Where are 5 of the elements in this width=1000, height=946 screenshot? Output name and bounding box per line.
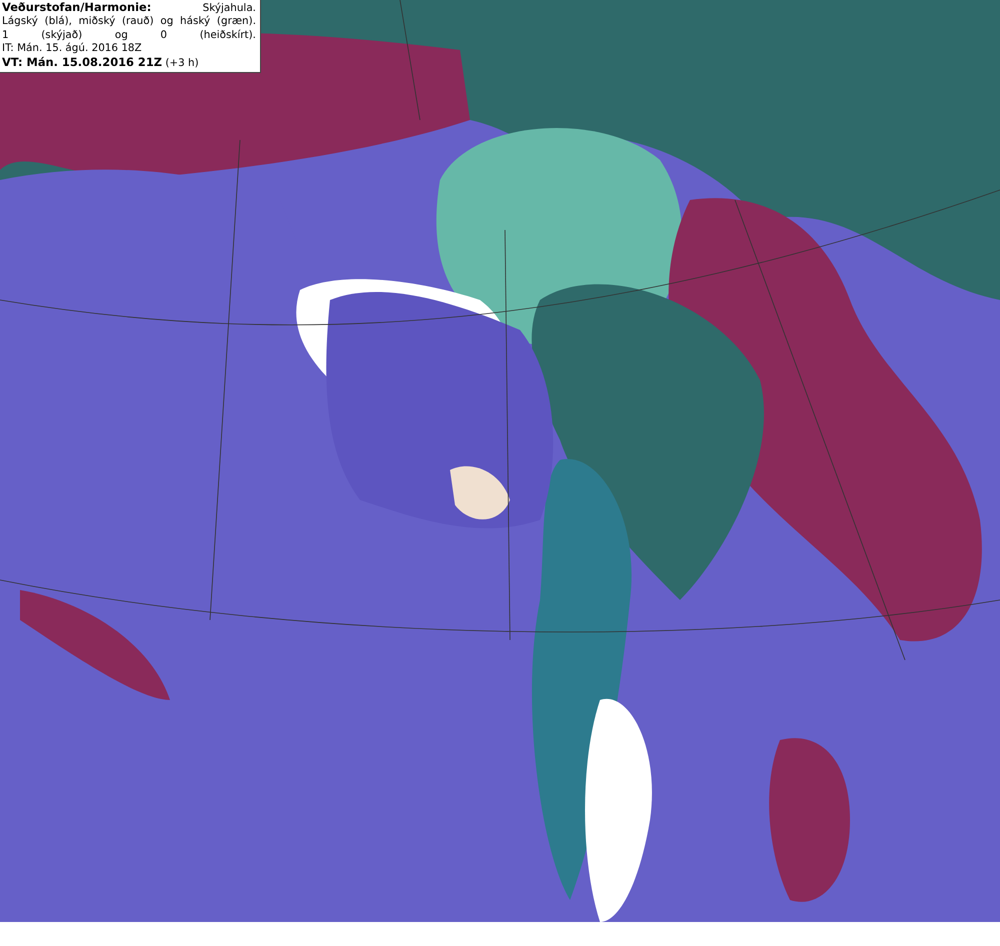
legend-text: VT: Mán. 15.08.2016 21Z (+3 h) [2, 56, 200, 70]
legend-text: 1 (skýjað) og 0 (heiðskírt). [2, 28, 256, 42]
legend-text: Lágský (blá), miðský (rauð) og háský (græn). [2, 15, 256, 29]
legend-text: IT: Mán. 15. ágú. 2016 18Z [2, 42, 143, 56]
legend-text: Veðurstofan/Harmonie: Skýjahula. [2, 1, 256, 16]
